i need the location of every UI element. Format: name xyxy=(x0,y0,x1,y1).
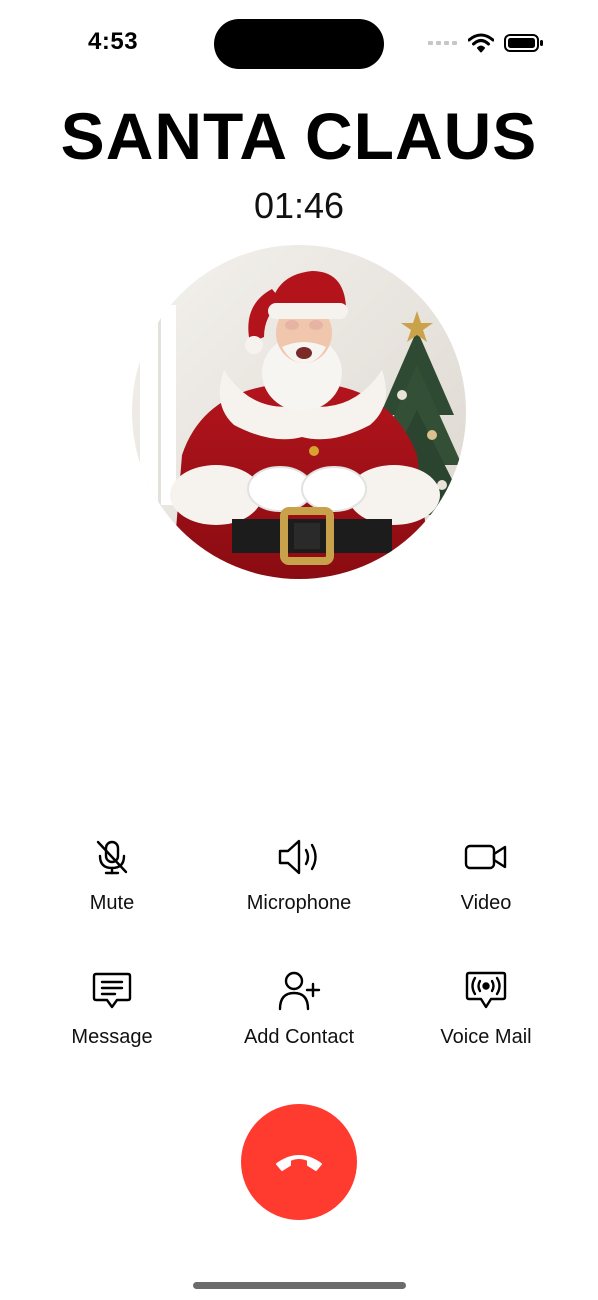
call-duration: 01:46 xyxy=(253,185,345,226)
add-contact-button[interactable]: Add Contact xyxy=(209,969,389,1049)
mute-label: Mute xyxy=(89,892,135,914)
home-indicator[interactable] xyxy=(193,1282,406,1289)
mute-button[interactable]: Mute xyxy=(22,835,202,915)
caller-avatar xyxy=(132,245,466,579)
add-contact-icon xyxy=(277,969,321,1013)
voicemail-label: Voice Mail xyxy=(440,1026,532,1048)
end-call-button[interactable] xyxy=(241,1104,357,1220)
video-label: Video xyxy=(460,892,512,914)
wifi-icon xyxy=(468,33,494,53)
microphone-label: Microphone xyxy=(246,892,352,914)
message-button[interactable]: Message xyxy=(22,969,202,1049)
phone-hangup-icon xyxy=(276,1155,322,1171)
message-icon xyxy=(90,969,134,1013)
cellular-signal-icon xyxy=(428,41,457,45)
battery-icon xyxy=(504,34,543,52)
status-icons xyxy=(428,30,544,56)
dynamic-island xyxy=(214,19,384,69)
voicemail-button[interactable]: Voice Mail xyxy=(396,969,576,1049)
speaker-icon xyxy=(277,835,321,879)
caller-name: SANTA CLAUS xyxy=(60,99,538,173)
video-camera-icon xyxy=(464,835,508,879)
add-contact-label: Add Contact xyxy=(243,1026,355,1048)
message-label: Message xyxy=(71,1026,153,1048)
voicemail-icon xyxy=(464,969,508,1013)
santa-claus-photo-icon xyxy=(132,245,466,579)
video-button[interactable]: Video xyxy=(396,835,576,915)
speaker-button[interactable]: Microphone xyxy=(209,835,389,915)
status-time: 4:53 xyxy=(88,28,139,55)
mic-off-icon xyxy=(90,835,134,879)
call-screen: 4:53 SANTA CLAUS 01:46 Mute Microphone V… xyxy=(0,0,598,1300)
